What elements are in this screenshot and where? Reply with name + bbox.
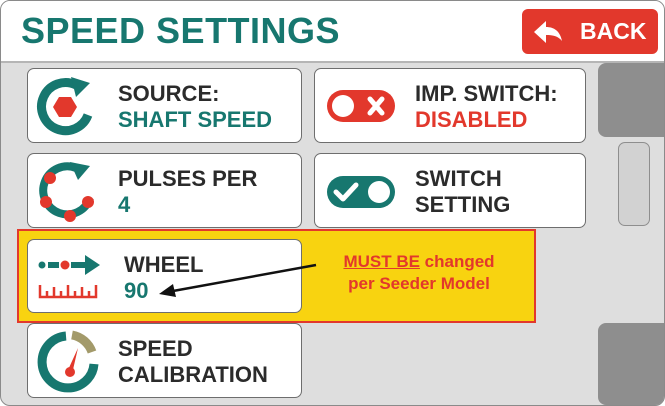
wheel-value: 90 (124, 278, 149, 303)
seeder-model-note: MUST BE changed per Seeder Model (306, 251, 532, 295)
header-bar: SPEED SETTINGS BACK (1, 1, 664, 63)
shaft-speed-icon (37, 77, 93, 136)
back-button-label: BACK (580, 18, 647, 44)
note-text-2: per Seeder Model (348, 274, 490, 293)
note-emphasis: MUST BE (343, 252, 420, 271)
scroll-up-button[interactable] (598, 63, 664, 137)
speed-settings-screen: SPEED SETTINGS BACK SOURCE: SHAFT SPEED … (0, 0, 665, 406)
speed-calibration-line1: SPEED (118, 336, 193, 361)
back-arrow-icon (534, 21, 562, 43)
source-tile[interactable]: SOURCE: SHAFT SPEED (27, 68, 302, 143)
imp-switch-tile[interactable]: IMP. SWITCH: DISABLED (314, 68, 586, 143)
switch-setting-tile[interactable]: SWITCH SETTING (314, 153, 586, 228)
pulses-per-tile[interactable]: PULSES PER 4 (27, 153, 302, 228)
back-button[interactable]: BACK (522, 9, 658, 54)
imp-switch-label: IMP. SWITCH: (415, 81, 558, 106)
switch-setting-line2: SETTING (415, 192, 511, 217)
pulses-icon (39, 162, 94, 222)
scrollbar-thumb[interactable] (618, 142, 650, 226)
annotation-arrow (159, 263, 317, 297)
toggle-on-icon (327, 176, 395, 208)
speed-calibration-line2: CALIBRATION (118, 362, 268, 387)
imp-switch-value: DISABLED (415, 107, 528, 132)
pulses-per-label: PULSES PER (118, 166, 258, 191)
speed-calibration-tile[interactable]: SPEED CALIBRATION (27, 323, 302, 398)
switch-setting-line1: SWITCH (415, 166, 502, 191)
source-label: SOURCE: (118, 81, 220, 106)
scroll-down-button[interactable] (598, 323, 664, 405)
gauge-icon (37, 330, 99, 393)
wheel-measure-icon (38, 255, 100, 299)
note-text-1: changed (419, 252, 495, 271)
toggle-off-icon (327, 90, 395, 122)
source-value: SHAFT SPEED (118, 107, 273, 132)
pulses-per-value: 4 (118, 192, 131, 217)
page-title: SPEED SETTINGS (21, 10, 341, 51)
